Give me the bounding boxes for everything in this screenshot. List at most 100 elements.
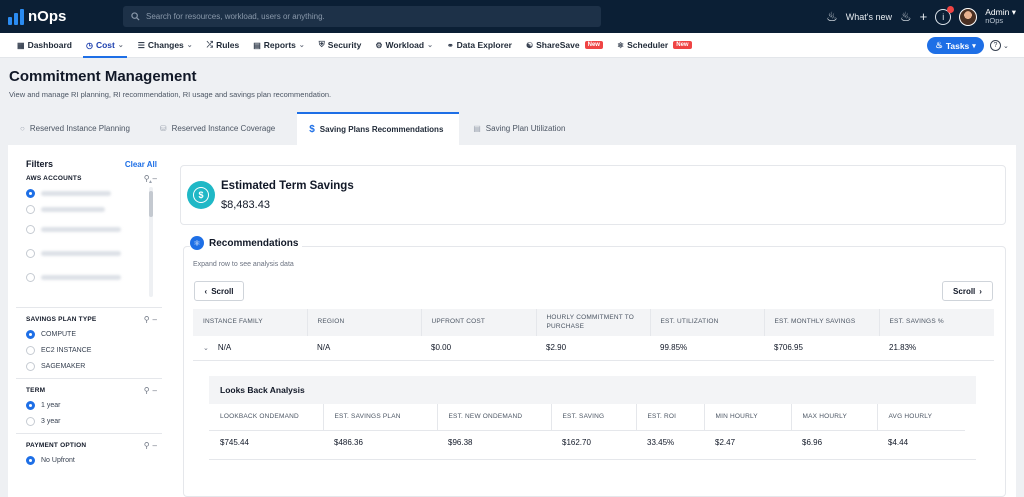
- tasks-label: Tasks: [945, 40, 970, 51]
- column-header[interactable]: INSTANCE FAMILY: [193, 309, 308, 336]
- plan-type-compute[interactable]: COMPUTE: [26, 326, 157, 342]
- radio[interactable]: [26, 345, 35, 355]
- whats-new-link[interactable]: What's new: [846, 12, 892, 22]
- column-header[interactable]: EST. SAVINGS %: [879, 309, 994, 336]
- recommendations-header: ⚛ Recommendations: [190, 236, 303, 250]
- scroll-left-button[interactable]: ‹ Scroll: [194, 281, 244, 301]
- table-header-row: LOOKBACK ONDEMAND EST. SAVINGS PLAN EST.…: [209, 404, 965, 431]
- nav-rules[interactable]: ⤮ Rules: [200, 33, 247, 58]
- collapse-icon[interactable]: –: [153, 386, 157, 395]
- bell-icon[interactable]: ♨: [900, 10, 912, 23]
- radio[interactable]: [26, 361, 35, 371]
- savings-plan-type-title: SAVINGS PLAN TYPE: [26, 315, 97, 323]
- scroll-right-button[interactable]: Scroll ›: [942, 281, 993, 301]
- account-option[interactable]: [26, 241, 157, 265]
- radio[interactable]: [26, 416, 35, 426]
- radio[interactable]: [26, 329, 35, 339]
- chevron-down-icon: ▾: [972, 42, 976, 50]
- clear-all-link[interactable]: Clear All: [125, 160, 157, 169]
- account-option[interactable]: [26, 217, 157, 241]
- nav-label: Dashboard: [27, 40, 72, 50]
- redacted-account: [41, 274, 121, 280]
- collapse-icon[interactable]: –: [153, 441, 157, 450]
- aws-accounts-title: AWS ACCOUNTS: [26, 174, 82, 182]
- account-option[interactable]: [26, 185, 157, 201]
- column-header[interactable]: REGION: [307, 309, 422, 336]
- column-header: MAX HOURLY: [791, 404, 878, 431]
- page-subtitle: View and manage RI planning, RI recommen…: [9, 90, 332, 99]
- account-option[interactable]: [26, 265, 157, 289]
- tab-saving-plan-utilization[interactable]: ▤ Saving Plan Utilization: [461, 112, 577, 145]
- nav-workload[interactable]: ⚙ Workload ⌄: [368, 33, 440, 58]
- scrollbar[interactable]: [149, 187, 153, 297]
- nav-dashboard[interactable]: ▦ Dashboard: [10, 33, 79, 58]
- column-header: MIN HOURLY: [704, 404, 792, 431]
- radio[interactable]: [26, 224, 35, 234]
- main-nav: ▦ Dashboard ◷ Cost ⌄ ☰ Changes ⌄ ⤮ Rules ▤ Repo…: [0, 33, 1024, 58]
- expand-chevron-icon[interactable]: ⌄: [203, 345, 209, 352]
- chevron-down-icon: ⌄: [186, 42, 193, 49]
- tab-saving-plans-recommendations[interactable]: $ Saving Plans Recommendations: [297, 112, 460, 145]
- collapse-icon[interactable]: –: [153, 174, 157, 183]
- info-icon[interactable]: i: [935, 5, 955, 25]
- term-1-year[interactable]: 1 year: [26, 397, 157, 413]
- nops-logo[interactable]: nOps: [8, 8, 118, 25]
- nav-cost[interactable]: ◷ Cost ⌄: [79, 33, 131, 58]
- flame-icon[interactable]: ♨: [826, 10, 838, 23]
- logo-icon: [8, 8, 24, 25]
- nav-data-explorer[interactable]: ⚭ Data Explorer: [440, 33, 519, 58]
- payment-option-title: PAYMENT OPTION: [26, 441, 87, 449]
- search-input[interactable]: [146, 12, 566, 21]
- user-menu[interactable]: Admin ▾ nOps: [985, 8, 1016, 25]
- table-row: $745.44 $486.36 $96.38 $162.70 33.45% $2…: [209, 430, 965, 454]
- grid-icon: ▦: [17, 40, 25, 50]
- plan-type-ec2-instance[interactable]: EC2 INSTANCE: [26, 342, 157, 358]
- cell-est-saving: $162.70: [562, 437, 591, 447]
- nav-security[interactable]: ⛨ Security: [312, 33, 369, 58]
- plan-type-sagemaker[interactable]: SAGEMAKER: [26, 358, 157, 374]
- radio[interactable]: [26, 204, 35, 214]
- scroll-up-icon[interactable]: ▲: [148, 179, 153, 185]
- term-3-year[interactable]: 3 year: [26, 413, 157, 429]
- radio[interactable]: [26, 272, 35, 282]
- column-header[interactable]: EST. MONTHLY SAVINGS: [764, 309, 880, 336]
- lookback-analysis-panel: Looks Back Analysis LOOKBACK ONDEMAND ES…: [209, 376, 976, 460]
- collapse-icon[interactable]: –: [153, 315, 157, 324]
- radio[interactable]: [26, 188, 35, 198]
- account-option[interactable]: [26, 201, 157, 217]
- global-search[interactable]: [123, 6, 601, 27]
- nav-reports[interactable]: ▤ Reports ⌄: [246, 33, 312, 58]
- nav-scheduler[interactable]: ⚛ Scheduler New: [610, 33, 699, 58]
- column-header: EST. SAVINGS PLAN: [323, 404, 438, 431]
- nav-label: Cost: [95, 40, 115, 50]
- radio[interactable]: [26, 455, 35, 465]
- lookback-title: Looks Back Analysis: [209, 376, 976, 404]
- table-row[interactable]: ⌄ N/A N/A $0.00 $2.90 99.85% $706.95 21.8…: [193, 336, 994, 361]
- tab-reserved-instance-planning[interactable]: ○ Reserved Instance Planning: [8, 112, 142, 145]
- estimated-savings-value: $8,483.43: [221, 199, 270, 211]
- cell-est-savings-pct: 21.83%: [879, 336, 994, 361]
- radio[interactable]: [26, 400, 35, 410]
- new-badge: New: [673, 41, 692, 49]
- search-icon[interactable]: ⚲: [144, 441, 150, 450]
- tab-reserved-instance-coverage[interactable]: ⛁ Reserved Instance Coverage: [148, 112, 287, 145]
- chevron-left-icon: ‹: [204, 286, 208, 296]
- radio[interactable]: [26, 248, 35, 258]
- column-header[interactable]: EST. UTILIZATION: [650, 309, 765, 336]
- payment-no-upfront[interactable]: No Upfront: [26, 452, 157, 468]
- search-icon[interactable]: ⚲: [144, 315, 150, 324]
- column-header: AVG HOURLY: [877, 404, 965, 431]
- plus-icon[interactable]: +: [920, 10, 928, 23]
- column-header[interactable]: UPFRONT COST: [421, 309, 537, 336]
- help-menu[interactable]: ? ⌄: [990, 40, 1009, 51]
- nav-label: Rules: [216, 40, 240, 50]
- search-icon[interactable]: ⚲: [144, 386, 150, 395]
- column-header[interactable]: HOURLY COMMITMENT TO PURCHASE: [536, 309, 651, 336]
- option-label: EC2 INSTANCE: [41, 346, 92, 354]
- scroll-label: Scroll: [211, 286, 234, 296]
- avatar[interactable]: [959, 7, 978, 26]
- tasks-button[interactable]: ♨ Tasks ▾: [927, 37, 984, 54]
- column-header: LOOKBACK ONDEMAND: [209, 404, 324, 431]
- nav-changes[interactable]: ☰ Changes ⌄: [131, 33, 200, 58]
- nav-sharesave[interactable]: ☯ ShareSave New: [519, 33, 610, 58]
